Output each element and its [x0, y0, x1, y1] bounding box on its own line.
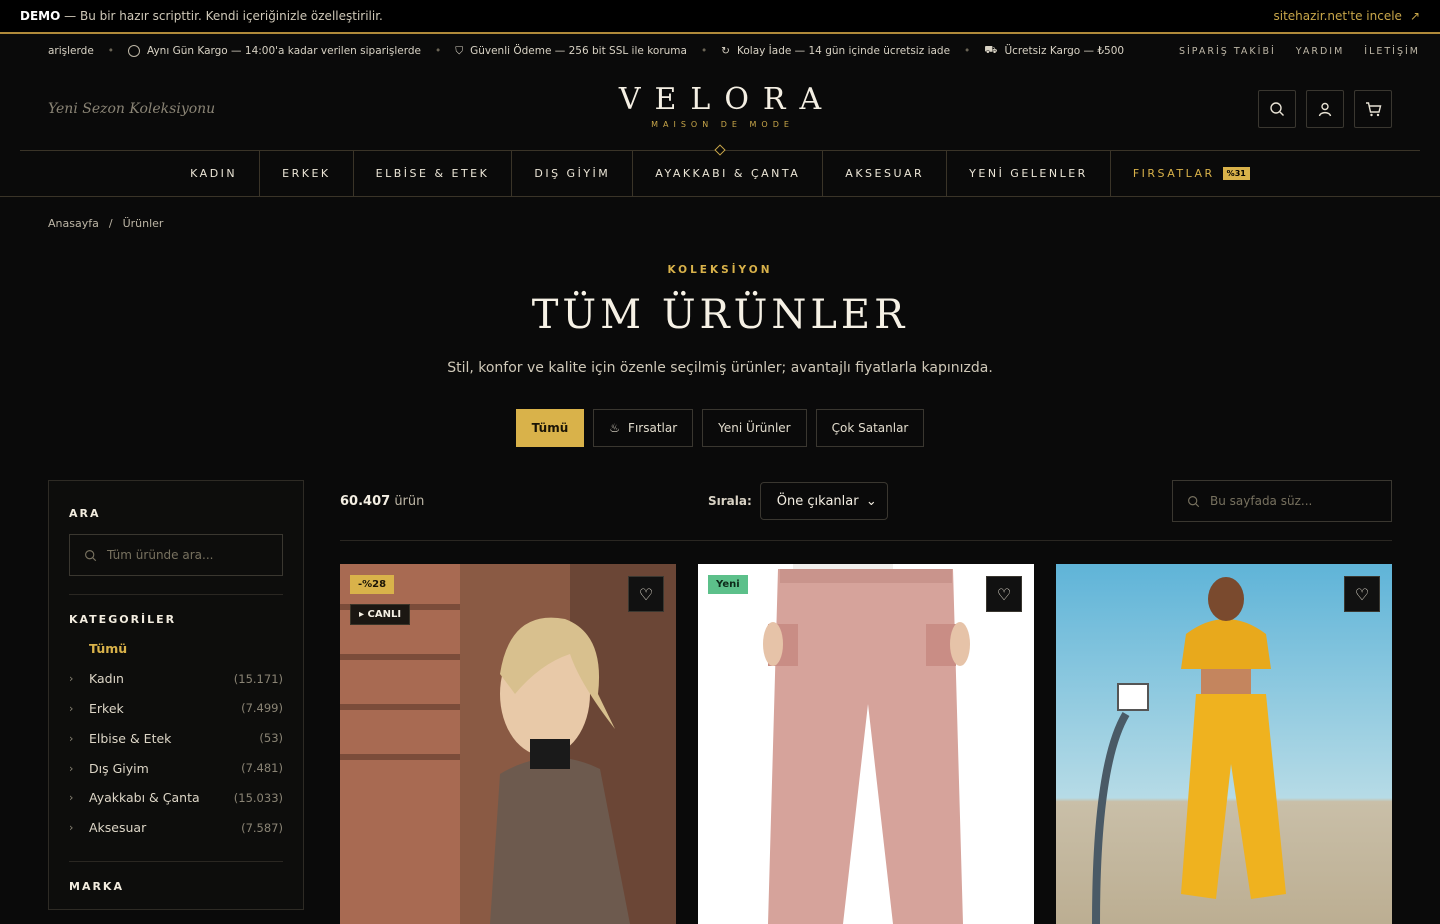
demo-link-label: sitehazir.net'te incele [1273, 9, 1402, 23]
demo-label: DEMO [20, 9, 61, 23]
hero-subtitle: Stil, konfor ve kalite için özenle seçil… [447, 360, 993, 376]
discount-badge: %31 [1222, 167, 1250, 180]
announcement-ticker: arişlerde • Aynı Gün Kargo — 14:00'a kada… [48, 44, 1420, 58]
contact-link[interactable]: İLETİŞİM [1364, 46, 1420, 57]
ticker-item: ↻ Kolay İade — 14 gün içinde ücretsiz iad… [721, 45, 951, 57]
brand-title: MARKA [69, 879, 124, 893]
live-tag: ▸ CANLI [350, 604, 411, 625]
breadcrumb-home[interactable]: Anasayfa [48, 217, 99, 230]
nav-item-ayakkabi-canta[interactable]: AYAKKABI & ÇANTA [633, 150, 824, 197]
heart-icon: ♡ [996, 584, 1012, 604]
search-button[interactable] [1258, 90, 1296, 128]
filter-new[interactable]: Yeni Ürünler [702, 409, 807, 447]
ticker-item: arişlerde [48, 45, 94, 57]
discount-tag: -%28 [350, 575, 395, 594]
shield-icon: ⛉ [455, 44, 464, 57]
product-card[interactable]: Yeni ♡ [698, 564, 1034, 924]
header-tagline: Yeni Sezon Koleksiyonu [48, 101, 216, 117]
product-image [1056, 564, 1392, 924]
help-link[interactable]: YARDIM [1296, 46, 1344, 57]
chevron-right-icon: › [69, 731, 74, 745]
nav-item-erkek[interactable]: ERKEK [260, 150, 354, 197]
category-item[interactable]: › Erkek (7.499) [69, 694, 283, 724]
product-toolbar: 60.407 ürün Sırala: Öne çıkanlar ⌄ Bu say… [340, 480, 1392, 522]
breadcrumb-current: Ürünler [122, 217, 164, 230]
heart-icon: ♡ [1354, 584, 1370, 604]
filter-deals[interactable]: ♨ Fırsatlar [593, 409, 694, 447]
clock-icon [127, 45, 140, 57]
product-image [698, 564, 1034, 924]
truck-icon: ⛟ [984, 44, 998, 56]
page-title: TÜM ÜRÜNLER [531, 292, 909, 338]
logo[interactable]: VELORA MAISON DE MODE [0, 68, 1440, 129]
chevron-right-icon: › [69, 791, 74, 805]
search-icon [1270, 102, 1284, 116]
hero: KOLEKSİYON TÜM ÜRÜNLER Stil, konfor ve k… [0, 264, 1440, 447]
site-header: Yeni Sezon Koleksiyonu VELORA MAISON DE … [0, 68, 1440, 150]
nav-item-aksesuar[interactable]: AKSESUAR [823, 150, 948, 197]
chevron-right-icon: › [69, 821, 74, 835]
ticker-item: ⛉ Güvenli Ödeme — 256 bit SSL ile koruma [455, 44, 687, 58]
search-icon [85, 549, 97, 561]
nav-item-elbise-etek[interactable]: ELBİSE & ETEK [354, 150, 513, 197]
sort-select[interactable]: Öne çıkanlar ⌄ [759, 482, 888, 520]
cart-icon [1365, 102, 1381, 117]
order-tracking-link[interactable]: SİPARİŞ TAKİBİ [1179, 46, 1276, 57]
category-item[interactable]: › Elbise & Etek (53) [69, 723, 283, 753]
product-card[interactable]: -%28 ▸ CANLI ♡ [340, 564, 676, 924]
refresh-icon: ↻ [721, 45, 730, 57]
favorite-button[interactable]: ♡ [628, 576, 664, 612]
heart-icon: ♡ [638, 584, 654, 604]
breadcrumb: Anasayfa / Ürünler [0, 197, 1440, 230]
filter-tabs: Tümü ♨ Fırsatlar Yeni Ürünler Çok Satanla… [0, 409, 1440, 447]
categories-title: KATEGORİLER [69, 613, 177, 626]
product-card[interactable]: ♡ [1056, 564, 1392, 924]
search-title: ARA [69, 507, 101, 520]
ticker-item: Aynı Gün Kargo — 14:00'a kadar verilen s… [127, 45, 421, 57]
logo-sub: MAISON DE MODE [651, 120, 794, 129]
ticker-item: ⛟ Ücretsiz Kargo — ₺500 [984, 44, 1125, 57]
nav-item-firsatlar[interactable]: FIRSATLAR %31 [1111, 151, 1272, 197]
breadcrumb-separator: / [108, 217, 113, 230]
chevron-right-icon: › [69, 672, 74, 686]
category-item[interactable]: › Kadın (15.171) [69, 664, 283, 694]
filter-bestsellers[interactable]: Çok Satanlar [815, 409, 925, 447]
filter-all[interactable]: Tümü [515, 409, 585, 447]
category-item[interactable]: › Aksesuar (7.587) [69, 813, 283, 843]
arrow-up-right-icon: ↗ [1409, 9, 1420, 23]
product-count: 60.407 ürün [340, 493, 425, 509]
page-filter-input[interactable]: Bu sayfada süz... [1172, 480, 1392, 522]
sidebar-search-input[interactable]: Tüm üründe ara... [69, 534, 283, 576]
sort-control: Sırala: Öne çıkanlar ⌄ [708, 482, 888, 520]
favorite-button[interactable]: ♡ [1344, 576, 1380, 612]
user-icon [1318, 102, 1332, 117]
category-item[interactable]: › Ayakkabı & Çanta (15.033) [69, 783, 283, 813]
sort-label: Sırala: [708, 494, 752, 508]
demo-text: — Bu bir hazır scripttir. Kendi içeriğin… [64, 9, 383, 23]
favorite-button[interactable]: ♡ [986, 576, 1022, 612]
demo-link[interactable]: sitehazir.net'te incele ↗ [1273, 9, 1420, 23]
new-tag: Yeni [708, 575, 748, 594]
flame-icon: ♨ [609, 421, 621, 435]
demo-bar: DEMO — Bu bir hazır scripttir. Kendi içe… [0, 0, 1440, 34]
cart-button[interactable] [1354, 90, 1392, 128]
nav-item-dis-giyim[interactable]: DIŞ GİYİM [512, 150, 634, 197]
chevron-down-icon: ⌄ [865, 493, 877, 509]
header-divider [20, 144, 1420, 156]
chevron-right-icon: › [69, 761, 74, 775]
hero-kicker: KOLEKSİYON [667, 264, 773, 276]
account-button[interactable] [1306, 90, 1344, 128]
logo-name: VELORA [618, 82, 836, 117]
category-item[interactable]: › Dış Giyim (7.481) [69, 753, 283, 783]
category-all[interactable]: Tümü [69, 634, 283, 664]
nav-item-yeni-gelenler[interactable]: YENİ GELENLER [947, 150, 1111, 197]
search-icon [1188, 495, 1200, 507]
nav-item-kadin[interactable]: KADIN [168, 150, 261, 197]
chevron-right-icon: › [69, 701, 74, 715]
main-nav: KADIN ERKEK ELBİSE & ETEK DIŞ GİYİM AYAK… [0, 150, 1440, 197]
toolbar-divider [340, 540, 1392, 541]
sidebar: ARA Tüm üründe ara... KATEGORİLER Tümü ›… [48, 480, 304, 910]
